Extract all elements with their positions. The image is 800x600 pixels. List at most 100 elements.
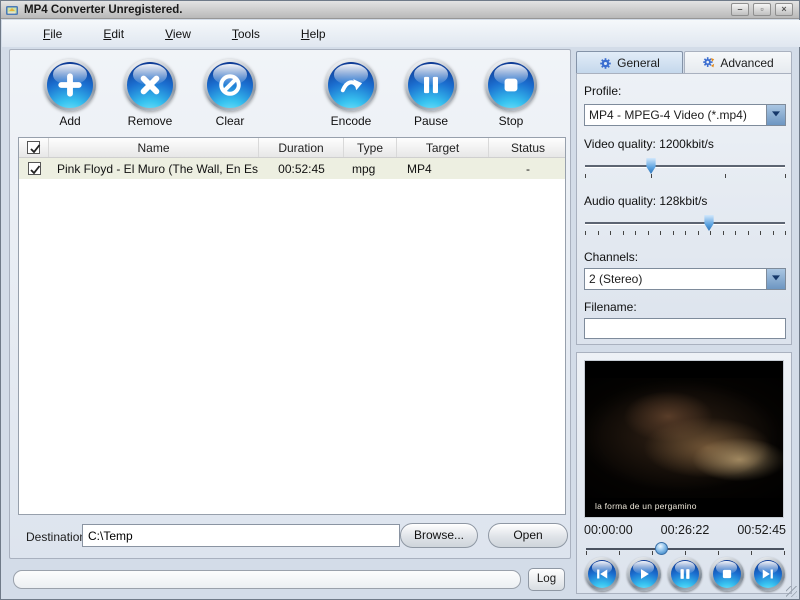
header-target[interactable]: Target [397,138,489,157]
playback-thumb[interactable] [654,542,668,555]
video-quality-label: Video quality: 1200kbit/s [584,137,714,151]
preview-stop-button[interactable] [709,557,744,591]
settings-panel: Profile: MP4 - MPEG-4 Video (*.mp4) Vide… [576,73,792,345]
toolbar: Add Remove Clear Encode Pause Stop [10,59,570,137]
skip-end-button[interactable] [751,557,785,591]
pause-button[interactable]: Pause [402,59,460,128]
log-button[interactable]: Log [528,568,565,591]
preview-panel: la forma de un pergamino 00:00:00 00:26:… [576,352,792,594]
time-current: 00:26:22 [660,523,710,537]
destination-input[interactable] [82,524,400,547]
play-button[interactable] [626,557,661,591]
header-duration[interactable]: Duration [259,138,344,157]
menu-bar: File Edit View Tools Help [2,20,800,47]
add-button-label: Add [59,114,81,128]
audio-quality-thumb[interactable] [704,215,714,231]
slider-track [585,222,785,224]
clear-button[interactable]: Clear [201,59,259,128]
cell-status: - [526,161,530,176]
browse-button[interactable]: Browse... [400,523,478,548]
minimize-button[interactable]: – [731,3,749,16]
clear-button-label: Clear [215,114,245,128]
plus-icon [47,62,93,108]
check-icon [30,164,41,174]
video-ticks [585,174,786,179]
resize-grip[interactable] [786,586,797,597]
destination-label: Destination: [26,530,90,544]
no-entry-icon [207,62,253,108]
audio-quality-slider[interactable] [585,214,786,240]
menu-help[interactable]: Help [301,27,326,41]
pause-icon [408,62,454,108]
skip-start-button[interactable] [585,557,619,591]
profile-select[interactable]: MP4 - MPEG-4 Video (*.mp4) [584,104,786,126]
channels-value: 2 (Stereo) [589,272,643,286]
skip-end-icon [754,560,782,588]
video-preview: la forma de un pergamino [584,360,784,518]
open-button[interactable]: Open [488,523,568,548]
encode-button[interactable]: Encode [322,59,380,128]
table-header-row: Name Duration Type Target Status [19,138,565,158]
header-name[interactable]: Name [49,138,259,157]
audio-quality-label: Audio quality: 128kbit/s [584,194,708,208]
tab-advanced[interactable]: Advanced [684,51,792,74]
chevron-down-icon[interactable] [766,105,785,125]
video-subtitle: la forma de un pergamino [595,501,697,511]
cell-duration: 00:52:45 [278,161,325,176]
filename-input[interactable] [584,318,786,339]
skip-start-icon [588,560,616,588]
pause-icon [671,560,699,588]
menu-file[interactable]: File [43,27,62,41]
menu-view[interactable]: View [165,27,191,41]
gear-icon [600,57,611,69]
video-quality-thumb[interactable] [646,158,656,174]
pause-button-label: Pause [413,114,449,128]
curved-arrow-icon [328,62,374,108]
gear-arrows-icon [703,57,715,68]
tab-general-label: General [617,56,660,70]
add-button[interactable]: Add [41,59,99,128]
tab-general[interactable]: General [576,51,683,74]
cell-name: Pink Floyd - El Muro (The Wall, En Es [57,161,258,176]
playback-controls [585,557,785,591]
audio-ticks [585,231,786,236]
stop-icon [488,62,534,108]
video-frame [585,378,783,498]
stop-button[interactable]: Stop [482,59,540,128]
cell-type: mpg [352,161,376,176]
check-icon [29,143,40,153]
video-quality-slider[interactable] [585,157,786,183]
menu-edit[interactable]: Edit [103,27,124,41]
channels-select[interactable]: 2 (Stereo) [584,268,786,290]
select-all-checkbox[interactable] [19,138,49,157]
profile-label: Profile: [584,84,622,98]
window-title: MP4 Converter Unregistered. [24,3,183,16]
app-icon [6,5,18,15]
encode-button-label: Encode [330,114,372,128]
cross-icon [127,62,173,108]
close-button[interactable]: × [775,3,793,16]
tab-advanced-label: Advanced [720,55,774,70]
header-status[interactable]: Status [489,138,567,157]
maximize-button[interactable]: ▫ [753,3,771,16]
filename-label: Filename: [584,300,637,314]
play-icon [629,560,658,588]
table-row[interactable]: Pink Floyd - El Muro (The Wall, En Es 00… [19,158,565,179]
remove-button[interactable]: Remove [121,59,179,128]
header-type[interactable]: Type [344,138,397,157]
title-bar: MP4 Converter Unregistered. – ▫ × [1,1,799,19]
row-checkbox[interactable] [19,162,49,175]
menu-tools[interactable]: Tools [232,27,260,41]
stop-button-label: Stop [498,114,524,128]
remove-button-label: Remove [127,114,173,128]
file-list-table: Name Duration Type Target Status Pink Fl… [18,137,566,515]
slider-track [585,165,785,167]
cell-target: MP4 [407,161,432,176]
app-window: MP4 Converter Unregistered. – ▫ × File E… [0,0,800,600]
chevron-down-icon[interactable] [766,269,785,289]
preview-pause-button[interactable] [668,557,702,591]
time-end: 00:52:45 [737,523,786,537]
main-panel: Add Remove Clear Encode Pause Stop Name … [9,49,571,559]
encode-progress-bar [13,570,521,589]
time-start: 00:00:00 [584,523,633,537]
